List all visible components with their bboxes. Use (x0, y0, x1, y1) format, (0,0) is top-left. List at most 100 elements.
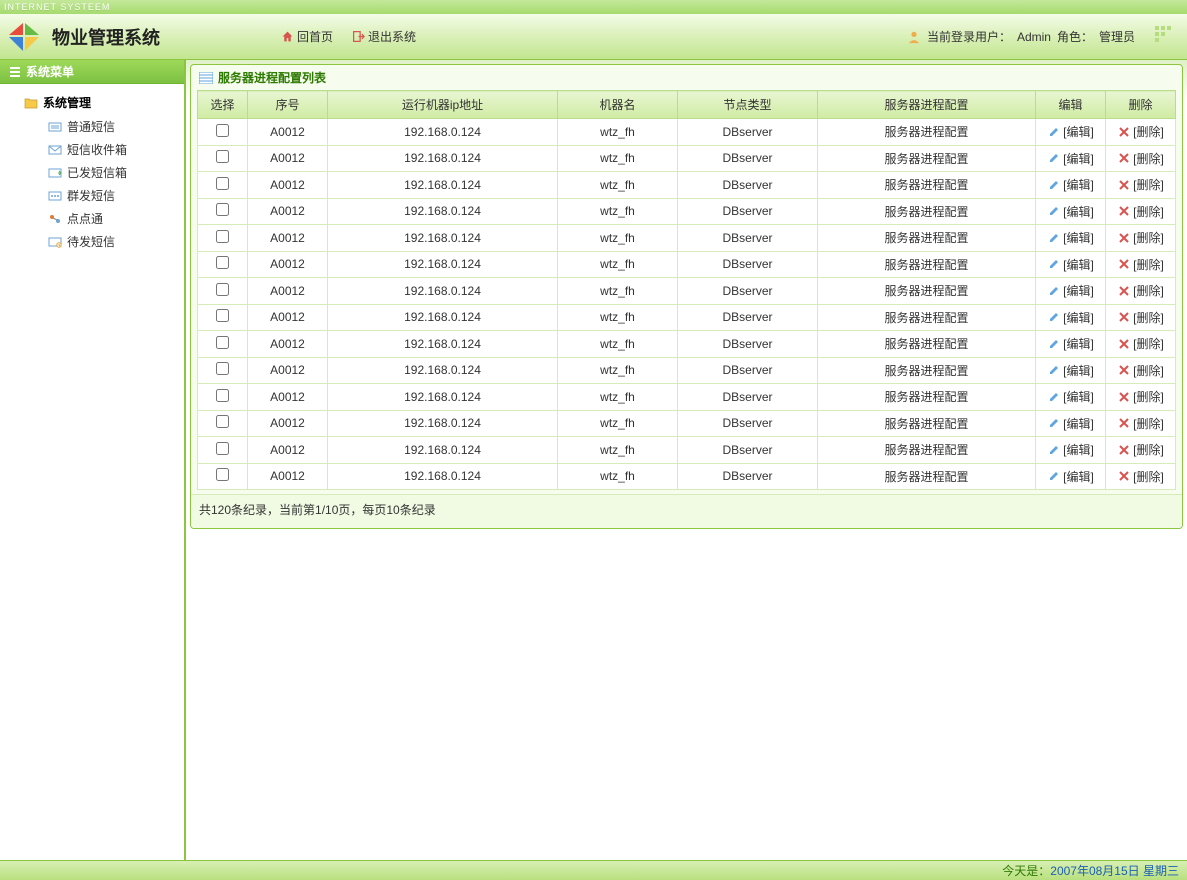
row-checkbox[interactable] (216, 468, 229, 481)
delete-text: [删除] (1133, 203, 1164, 220)
delete-link[interactable]: [删除] (1117, 123, 1164, 140)
x-icon (1117, 231, 1131, 245)
menu-icon (8, 65, 22, 79)
delete-link[interactable]: [删除] (1117, 256, 1164, 273)
delete-link[interactable]: [删除] (1117, 176, 1164, 193)
cell-delete: [删除] (1106, 119, 1176, 146)
cell-edit: [编辑] (1036, 304, 1106, 331)
edit-link[interactable]: [编辑] (1047, 309, 1094, 326)
delete-link[interactable]: [删除] (1117, 229, 1164, 246)
row-checkbox[interactable] (216, 415, 229, 428)
row-checkbox[interactable] (216, 283, 229, 296)
edit-link[interactable]: [编辑] (1047, 362, 1094, 379)
delete-link[interactable]: [删除] (1117, 150, 1164, 167)
cell-edit: [编辑] (1036, 172, 1106, 199)
sidebar-item[interactable]: 待发短信 (6, 230, 178, 253)
edit-link[interactable]: [编辑] (1047, 468, 1094, 485)
delete-link[interactable]: [删除] (1117, 415, 1164, 432)
sidebar-item[interactable]: 普通短信 (6, 115, 178, 138)
row-checkbox[interactable] (216, 362, 229, 375)
row-checkbox[interactable] (216, 309, 229, 322)
edit-text: [编辑] (1063, 441, 1094, 458)
sidebar: 系统菜单 系统管理 普通短信短信收件箱已发短信箱群发短信点点通待发短信 (0, 60, 186, 860)
edit-link[interactable]: [编辑] (1047, 229, 1094, 246)
table-row: A0012192.168.0.124wtz_fhDBserver服务器进程配置 … (198, 119, 1176, 146)
delete-text: [删除] (1133, 309, 1164, 326)
cell-ip: 192.168.0.124 (328, 357, 558, 384)
cell-node-type: DBserver (678, 145, 818, 172)
row-checkbox[interactable] (216, 336, 229, 349)
cell-proc: 服务器进程配置 (818, 437, 1036, 464)
table-row: A0012192.168.0.124wtz_fhDBserver服务器进程配置 … (198, 251, 1176, 278)
edit-link[interactable]: [编辑] (1047, 282, 1094, 299)
cell-ip: 192.168.0.124 (328, 278, 558, 305)
list-icon (199, 71, 213, 85)
row-checkbox[interactable] (216, 442, 229, 455)
row-checkbox[interactable] (216, 124, 229, 137)
delete-link[interactable]: [删除] (1117, 362, 1164, 379)
cell-proc: 服务器进程配置 (818, 119, 1036, 146)
edit-text: [编辑] (1063, 468, 1094, 485)
delete-text: [删除] (1133, 229, 1164, 246)
home-link[interactable]: 回首页 (280, 28, 333, 45)
cell-proc: 服务器进程配置 (818, 384, 1036, 411)
delete-link[interactable]: [删除] (1117, 441, 1164, 458)
table-row: A0012192.168.0.124wtz_fhDBserver服务器进程配置 … (198, 172, 1176, 199)
cell-seq: A0012 (248, 198, 328, 225)
row-checkbox[interactable] (216, 150, 229, 163)
delete-link[interactable]: [删除] (1117, 203, 1164, 220)
edit-link[interactable]: [编辑] (1047, 388, 1094, 405)
edit-link[interactable]: [编辑] (1047, 176, 1094, 193)
item-icon (48, 166, 62, 180)
cell-node-type: DBserver (678, 304, 818, 331)
delete-text: [删除] (1133, 256, 1164, 273)
sidebar-item[interactable]: 点点通 (6, 207, 178, 230)
home-icon (280, 30, 294, 44)
th-select: 选择 (198, 91, 248, 119)
cell-machine: wtz_fh (558, 198, 678, 225)
sidebar-item[interactable]: 短信收件箱 (6, 138, 178, 161)
row-checkbox[interactable] (216, 256, 229, 269)
edit-link[interactable]: [编辑] (1047, 150, 1094, 167)
delete-text: [删除] (1133, 388, 1164, 405)
edit-link[interactable]: [编辑] (1047, 441, 1094, 458)
sidebar-title: 系统菜单 (0, 60, 184, 84)
pencil-icon (1047, 231, 1061, 245)
row-checkbox[interactable] (216, 389, 229, 402)
edit-link[interactable]: [编辑] (1047, 335, 1094, 352)
edit-link[interactable]: [编辑] (1047, 256, 1094, 273)
row-checkbox[interactable] (216, 230, 229, 243)
x-icon (1117, 125, 1131, 139)
cell-ip: 192.168.0.124 (328, 119, 558, 146)
delete-text: [删除] (1133, 362, 1164, 379)
cell-seq: A0012 (248, 278, 328, 305)
cell-node-type: DBserver (678, 463, 818, 490)
cell-select (198, 172, 248, 199)
exit-link[interactable]: 退出系统 (351, 28, 416, 45)
footer-today-link[interactable]: 2007年08月15日 星期三 (1050, 862, 1179, 879)
cell-select (198, 145, 248, 172)
delete-link[interactable]: [删除] (1117, 335, 1164, 352)
user-icon (907, 30, 921, 44)
cell-seq: A0012 (248, 172, 328, 199)
cell-delete: [删除] (1106, 357, 1176, 384)
x-icon (1117, 390, 1131, 404)
edit-link[interactable]: [编辑] (1047, 415, 1094, 432)
edit-link[interactable]: [编辑] (1047, 203, 1094, 220)
edit-link[interactable]: [编辑] (1047, 123, 1094, 140)
sidebar-item[interactable]: 已发短信箱 (6, 161, 178, 184)
row-checkbox[interactable] (216, 177, 229, 190)
table-row: A0012192.168.0.124wtz_fhDBserver服务器进程配置 … (198, 198, 1176, 225)
delete-link[interactable]: [删除] (1117, 468, 1164, 485)
header-nav: 回首页 退出系统 (280, 28, 416, 45)
cell-machine: wtz_fh (558, 251, 678, 278)
menu-group-system[interactable]: 系统管理 (6, 90, 178, 115)
th-machine: 机器名 (558, 91, 678, 119)
row-checkbox[interactable] (216, 203, 229, 216)
delete-link[interactable]: [删除] (1117, 309, 1164, 326)
delete-link[interactable]: [删除] (1117, 282, 1164, 299)
sidebar-item[interactable]: 群发短信 (6, 184, 178, 207)
cell-machine: wtz_fh (558, 384, 678, 411)
delete-link[interactable]: [删除] (1117, 388, 1164, 405)
edit-text: [编辑] (1063, 309, 1094, 326)
